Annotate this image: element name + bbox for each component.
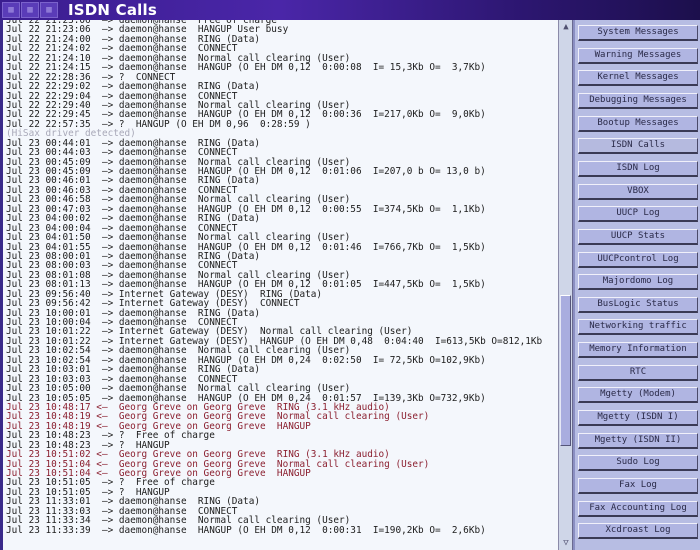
vertical-scrollbar[interactable]: ▲ ▽ — [558, 20, 573, 550]
sidebar-button-uucpcontrol-log[interactable]: UUCPcontrol Log — [578, 251, 698, 268]
sidebar-button-xcdroast-log[interactable]: Xcdroast Log — [578, 523, 698, 540]
sidebar-button-fax-log[interactable]: Fax Log — [578, 478, 698, 494]
scroll-thumb[interactable] — [560, 295, 571, 446]
iconify-icon[interactable]: ▦ — [21, 2, 39, 18]
log-text-area[interactable]: Jul 22 21:23:06 —> daemon@hanse Free of … — [0, 20, 558, 550]
sidebar-button-networking-traffic[interactable]: Networking traffic — [578, 319, 698, 336]
log-line: Jul 23 11:33:39 —> daemon@hanse HANGUP (… — [6, 524, 486, 536]
sidebar-button-vbox[interactable]: VBOX — [578, 183, 698, 200]
sidebar-button-fax-accounting-log[interactable]: Fax Accounting Log — [578, 500, 698, 517]
sidebar-button-majordomo-log[interactable]: Majordomo Log — [578, 274, 698, 291]
sidebar-button-rtc[interactable]: RTC — [578, 364, 698, 381]
maximize-icon[interactable]: ▦ — [40, 2, 58, 18]
window-title: ISDN Calls — [68, 1, 157, 19]
log-selector-sidebar: System Messages Warning Messages Kernel Me… — [573, 20, 700, 550]
menu-icon[interactable]: ▦ — [2, 2, 20, 18]
sidebar-button-memory-information[interactable]: Memory Information — [578, 342, 698, 359]
sidebar-button-mgetty-modem[interactable]: Mgetty (Modem) — [578, 387, 698, 404]
window-titlebar[interactable]: ▦ ▦ ▦ ISDN Calls — [0, 0, 700, 20]
sidebar-button-warning-messages[interactable]: Warning Messages — [578, 47, 698, 64]
sidebar-button-bootup-messages[interactable]: Bootup Messages — [578, 115, 698, 132]
scroll-down-arrow-icon[interactable]: ▽ — [560, 537, 572, 549]
sidebar-button-sudo-log[interactable]: Sudo Log — [578, 455, 698, 472]
sidebar-button-buslogic-status[interactable]: BusLogic Status — [578, 296, 698, 313]
sidebar-button-mgetty-isdn-i[interactable]: Mgetty (ISDN I) — [578, 410, 698, 427]
scroll-up-arrow-icon[interactable]: ▲ — [560, 21, 572, 33]
sidebar-button-system-messages[interactable]: System Messages — [578, 25, 698, 41]
sidebar-button-uucp-log[interactable]: UUCP Log — [578, 206, 698, 223]
log-lines: Jul 22 21:23:06 —> daemon@hanse Free of … — [6, 20, 542, 535]
sidebar-button-isdn-calls[interactable]: ISDN Calls — [578, 138, 698, 155]
sidebar-button-debugging-messages[interactable]: Debugging Messages — [578, 92, 698, 109]
sidebar-button-isdn-log[interactable]: ISDN Log — [578, 160, 698, 177]
sidebar-button-kernel-messages[interactable]: Kernel Messages — [578, 70, 698, 87]
sidebar-button-uucp-stats[interactable]: UUCP Stats — [578, 228, 698, 245]
sidebar-button-mgetty-isdn-ii[interactable]: Mgetty (ISDN II) — [578, 432, 698, 449]
